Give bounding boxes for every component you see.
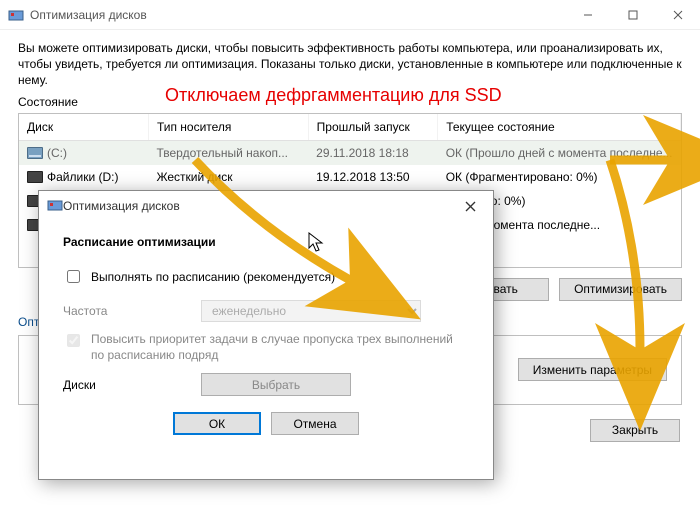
cell-status: ОК (Прошло дней с момента последне... — [438, 140, 681, 165]
schedule-checkbox[interactable] — [67, 270, 80, 283]
schedule-dialog: Оптимизация дисков Расписание оптимизаци… — [38, 190, 494, 480]
optimize-button[interactable]: Оптимизировать — [559, 278, 682, 301]
table-row[interactable]: (C:) Твердотельный накоп... 29.11.2018 1… — [19, 140, 681, 165]
cell-disk: (C:) — [47, 146, 67, 160]
close-window-button[interactable]: Закрыть — [590, 419, 680, 442]
schedule-checkbox-label: Выполнять по расписанию (рекомендуется) — [91, 270, 335, 284]
window-controls — [565, 0, 700, 30]
app-icon — [47, 197, 63, 216]
cell-media: Твердотельный накоп... — [148, 140, 308, 165]
window-title: Оптимизация дисков — [30, 8, 565, 22]
maximize-button[interactable] — [610, 0, 655, 30]
dialog-title: Оптимизация дисков — [63, 199, 455, 213]
th-last-run[interactable]: Прошлый запуск — [308, 114, 438, 141]
cell-status: ОК (Фрагментировано: 0%) — [438, 165, 681, 189]
dialog-close-button[interactable] — [455, 191, 485, 221]
cancel-button[interactable]: Отмена — [271, 412, 359, 435]
disks-label: Диски — [63, 378, 193, 392]
dialog-heading: Расписание оптимизации — [63, 235, 469, 249]
dialog-titlebar: Оптимизация дисков — [39, 191, 493, 221]
th-disk[interactable]: Диск — [19, 114, 148, 141]
titlebar: Оптимизация дисков — [0, 0, 700, 30]
cell-media: Жесткий диск — [148, 165, 308, 189]
frequency-select[interactable]: еженедельно — [201, 300, 421, 322]
intro-text: Вы можете оптимизировать диски, чтобы по… — [18, 40, 682, 89]
cell-last: 19.12.2018 13:50 — [308, 165, 438, 189]
cell-disk: Файлики (D:) — [47, 170, 118, 184]
minimize-button[interactable] — [565, 0, 610, 30]
priority-label: Повысить приоритет задачи в случае пропу… — [91, 332, 469, 363]
drive-icon — [27, 171, 43, 183]
frequency-label: Частота — [63, 304, 193, 318]
state-label: Состояние — [18, 95, 682, 109]
change-params-button[interactable]: Изменить параметры — [518, 358, 667, 381]
app-icon — [8, 7, 24, 23]
table-row[interactable]: Файлики (D:) Жесткий диск 19.12.2018 13:… — [19, 165, 681, 189]
choose-disks-button[interactable]: Выбрать — [201, 373, 351, 396]
priority-checkbox — [67, 334, 80, 347]
drive-icon — [27, 147, 43, 159]
ok-button[interactable]: ОК — [173, 412, 261, 435]
th-media[interactable]: Тип носителя — [148, 114, 308, 141]
cell-last: 29.11.2018 18:18 — [308, 140, 438, 165]
th-status[interactable]: Текущее состояние — [438, 114, 681, 141]
close-button[interactable] — [655, 0, 700, 30]
